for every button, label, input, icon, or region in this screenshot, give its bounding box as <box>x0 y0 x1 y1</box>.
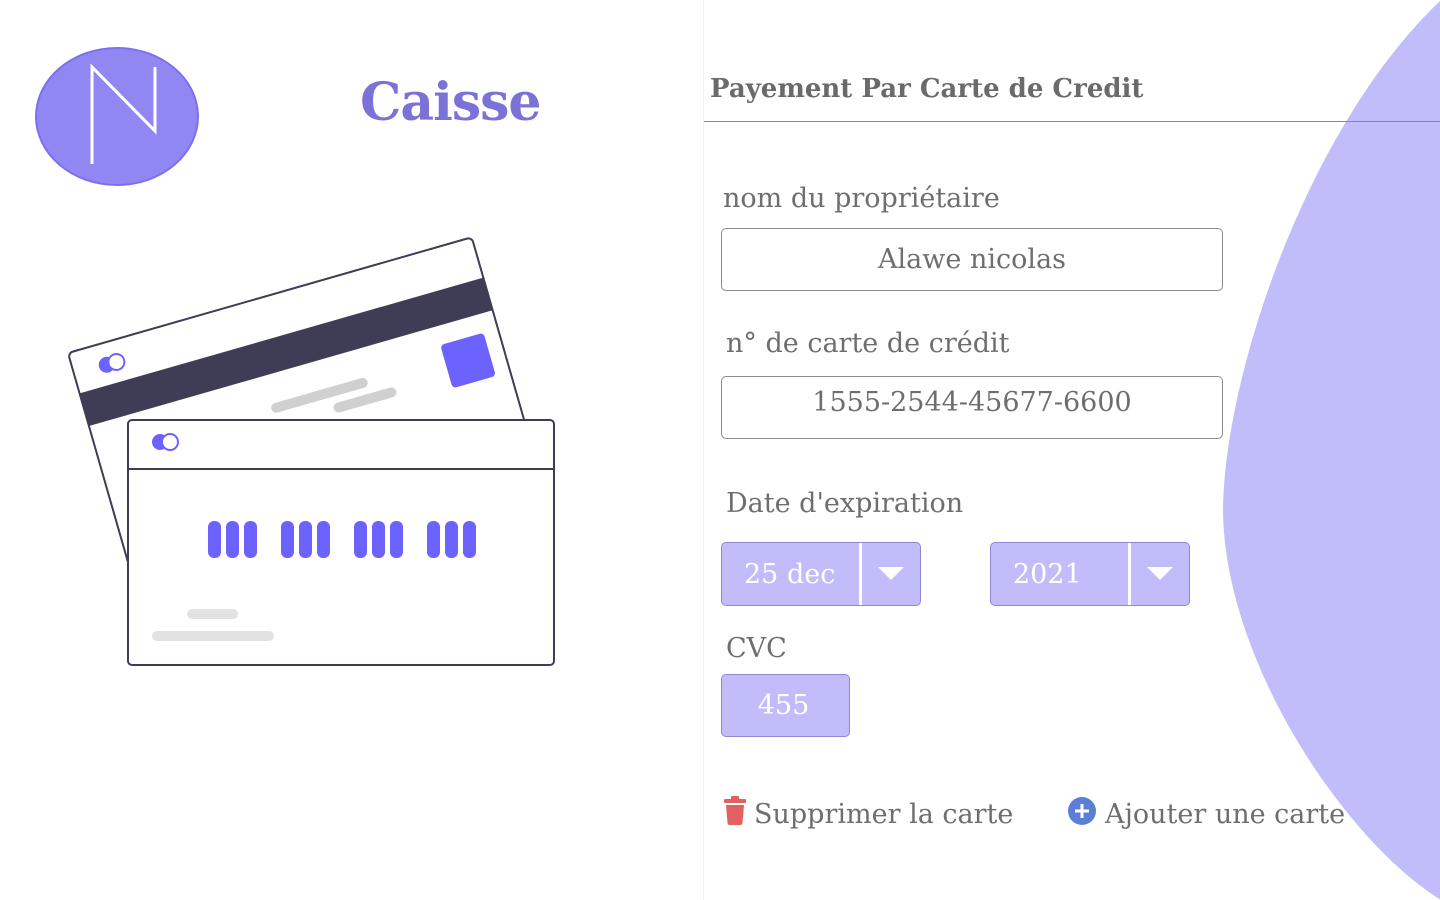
cvc-input[interactable] <box>721 674 850 737</box>
cvc-label: CVC <box>726 633 787 664</box>
expiration-day-value: 25 dec <box>744 558 836 590</box>
owner-name-input[interactable] <box>721 228 1223 291</box>
add-card-label: Ajouter une carte <box>1105 799 1346 830</box>
expiration-year-select[interactable]: 2021 <box>990 542 1190 606</box>
card-number-label: n° de carte de crédit <box>726 328 1010 359</box>
section-title: Payement Par Carte de Credit <box>710 74 1144 104</box>
page-title: Caisse <box>360 72 541 133</box>
logo-monogram <box>90 63 157 164</box>
trash-icon <box>724 796 746 832</box>
delete-card-button[interactable]: Supprimer la carte <box>724 796 1013 832</box>
delete-card-label: Supprimer la carte <box>754 798 1014 830</box>
logo <box>35 47 199 186</box>
plus-circle-icon <box>1067 796 1097 833</box>
payment-panel: Payement Par Carte de Credit nom du prop… <box>703 0 1440 900</box>
decorative-blob <box>1223 0 1440 900</box>
expiration-year-value: 2021 <box>1013 558 1082 590</box>
owner-label: nom du propriétaire <box>723 183 1000 214</box>
card-number-input[interactable] <box>721 376 1223 439</box>
chevron-down-icon[interactable] <box>859 543 920 605</box>
expiration-label: Date d'expiration <box>726 488 964 519</box>
add-card-button[interactable]: Ajouter une carte <box>1067 796 1345 833</box>
section-divider <box>704 121 1440 122</box>
expiration-day-select[interactable]: 25 dec <box>721 542 921 606</box>
credit-cards-illustration <box>68 237 555 666</box>
chevron-down-icon[interactable] <box>1128 543 1189 605</box>
